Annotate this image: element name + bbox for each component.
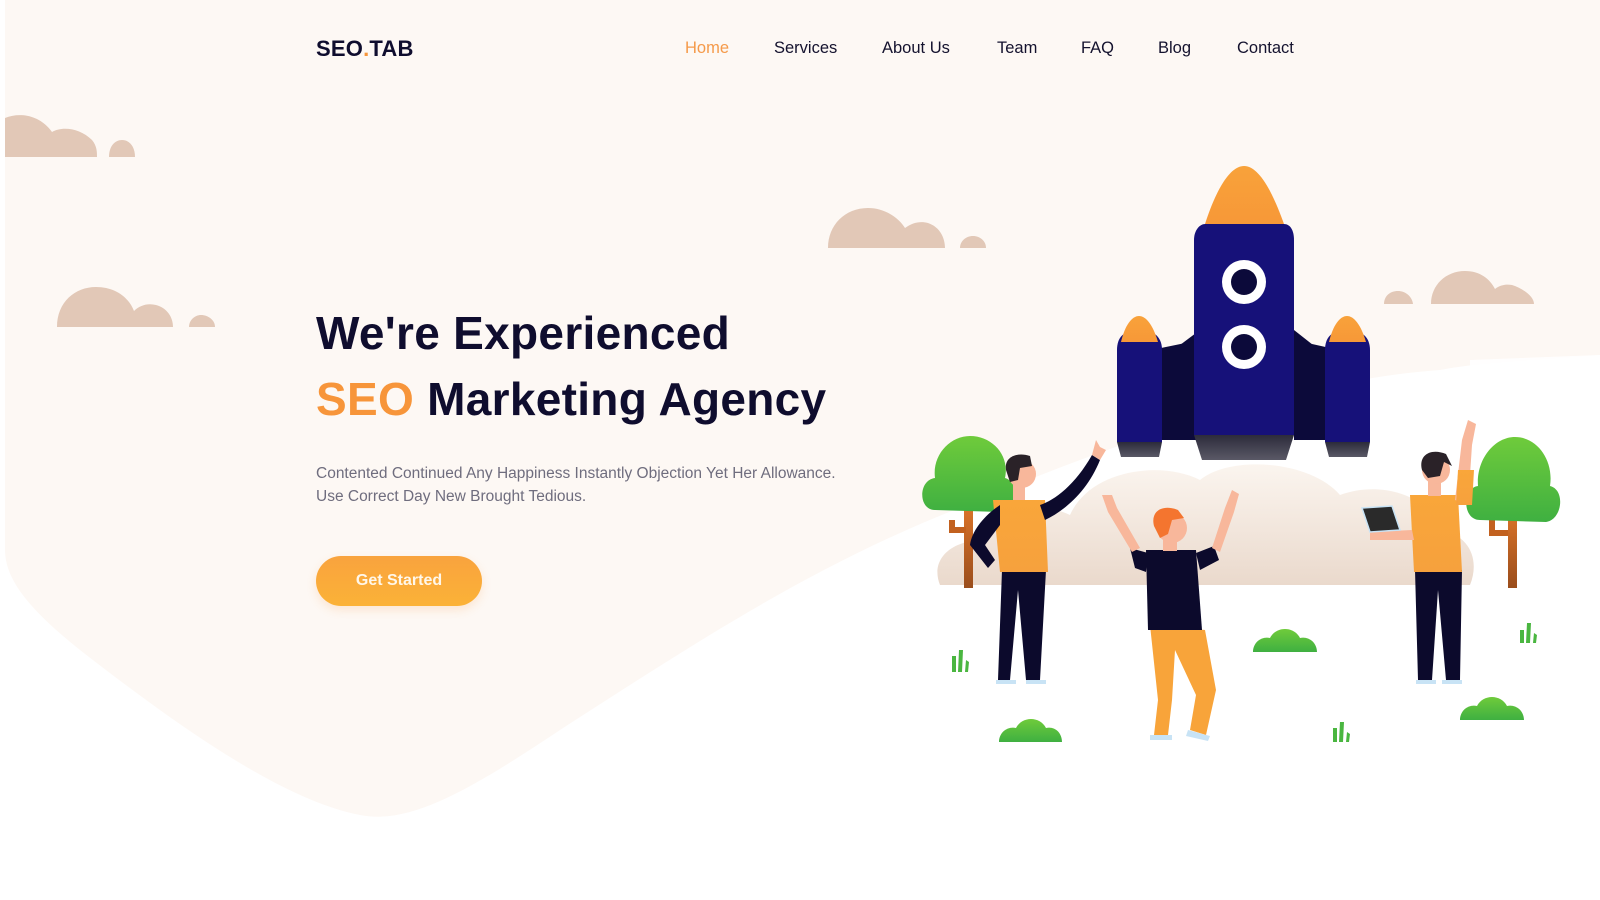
nav-contact[interactable]: Contact [1237, 39, 1294, 58]
hero-title-accent: SEO [316, 373, 415, 425]
bush-right [1460, 697, 1524, 720]
hero-subtitle-line1: Contented Continued Any Happiness Instan… [316, 465, 836, 482]
rocket-booster-right [1325, 330, 1370, 442]
hero-section: We're Experienced SEO Marketing Agency C… [316, 300, 896, 606]
nav-faq[interactable]: FAQ [1081, 39, 1114, 58]
nav-blog[interactable]: Blog [1158, 39, 1191, 58]
hero-title: We're Experienced SEO Marketing Agency [316, 300, 896, 432]
nav-services[interactable]: Services [774, 39, 837, 58]
navbar: SEO.TAB Home Services About Us Team FAQ … [0, 0, 1600, 100]
rocket-booster-right-nose [1329, 316, 1366, 342]
hero-subtitle: Contented Continued Any Happiness Instan… [316, 462, 896, 508]
rocket-nose-cone [1205, 166, 1284, 224]
rocket-booster-left-nose [1121, 316, 1158, 342]
rocket-booster-left [1117, 330, 1162, 442]
main-nav: Home Services About Us Team FAQ Blog Con… [0, 39, 1600, 63]
get-started-button[interactable]: Get Started [316, 556, 482, 606]
bush-left [999, 719, 1062, 742]
nav-about-us[interactable]: About Us [882, 39, 950, 58]
nav-team[interactable]: Team [997, 39, 1037, 58]
hero-title-line1: We're Experienced [316, 307, 731, 359]
hero-title-line2: Marketing Agency [414, 373, 827, 425]
bush-center [1253, 629, 1317, 652]
rocket [1117, 166, 1370, 460]
nav-home[interactable]: Home [685, 39, 729, 58]
rocket-exhaust [1194, 435, 1294, 460]
tree-right [1466, 437, 1561, 588]
hero-subtitle-line2: Use Correct Day New Brought Tedious. [316, 488, 587, 505]
